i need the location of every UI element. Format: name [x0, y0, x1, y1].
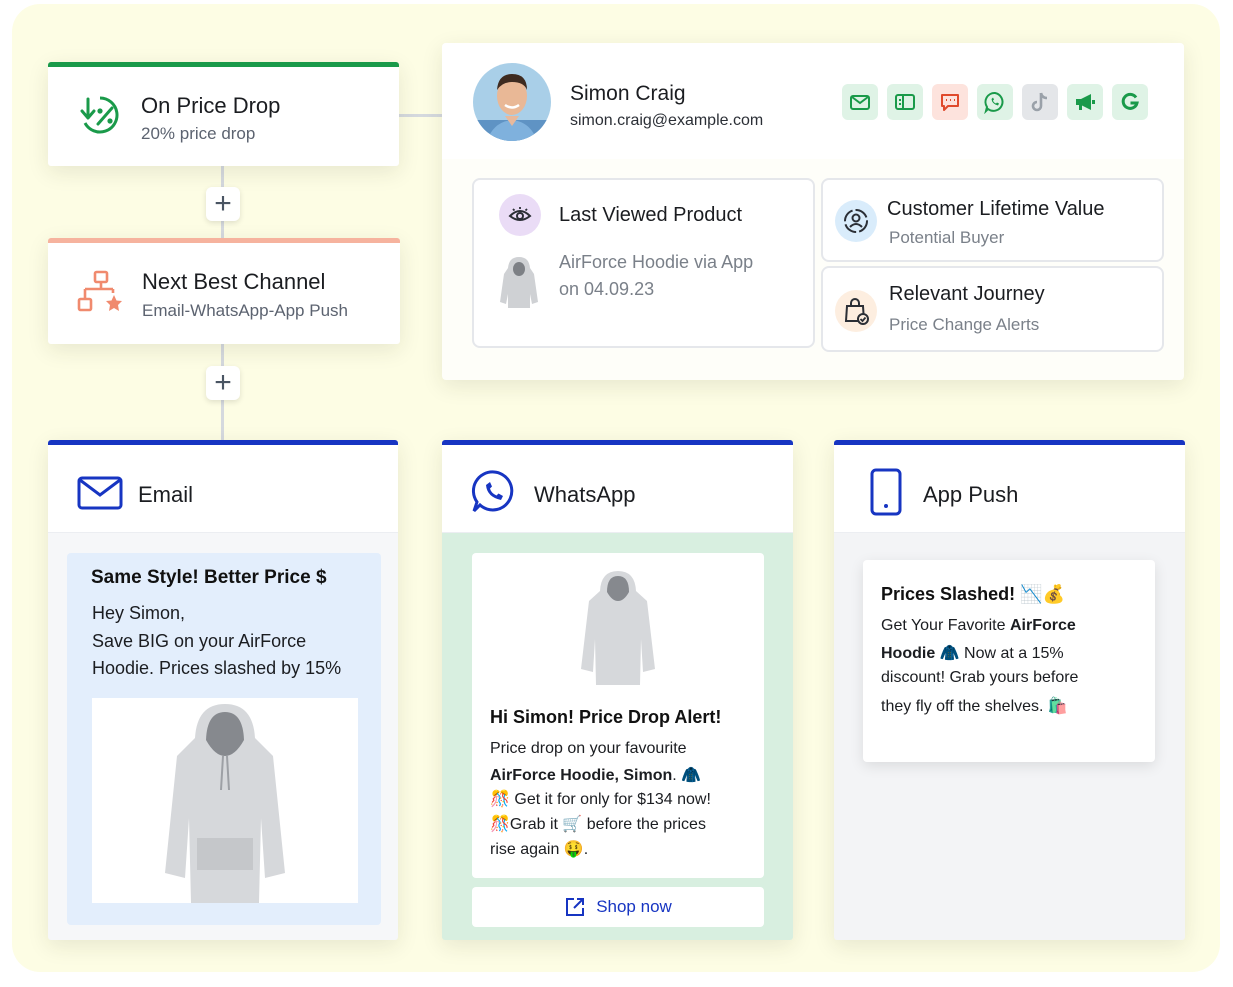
trigger-title: On Price Drop [141, 93, 281, 118]
relevant-journey-box: Relevant Journey Price Change Alerts [821, 266, 1164, 352]
whatsapp-line4-start: 🎊Grab it [490, 816, 563, 833]
email-icon[interactable] [842, 84, 878, 120]
push-notification-card: Prices Slashed! 📉💰 Get Your Favorite Air… [863, 560, 1155, 762]
customer-lifetime-value-box: Customer Lifetime Value Potential Buyer [821, 178, 1164, 262]
channel-accent-bar [834, 440, 1185, 445]
push-line4: they fly off the shelves. 🛍️ [881, 698, 1068, 715]
add-step-button[interactable]: + [206, 187, 240, 221]
whatsapp-channel-title: WhatsApp [534, 482, 636, 507]
whatsapp-line4: 🎊Grab it 🛒 before the prices [490, 814, 706, 834]
user-cycle-icon [844, 209, 868, 233]
whatsapp-line5: rise again 🤑. [490, 841, 589, 858]
avatar [473, 63, 551, 141]
app-push-channel-title: App Push [923, 482, 1019, 507]
last-viewed-line1: AirForce Hoodie via App [559, 252, 754, 272]
whatsapp-line2: AirForce Hoodie, Simon. 🧥 [490, 765, 701, 785]
whatsapp-line4-end: before the prices [582, 816, 706, 833]
trigger-subtitle: 20% price drop [141, 124, 256, 143]
channel-accent-bar [48, 440, 398, 445]
whatsapp-line1: Price drop on your favourite [490, 740, 687, 757]
tiktok-icon[interactable] [1022, 84, 1058, 120]
add-step-button[interactable]: + [206, 366, 240, 400]
chat-message-icon[interactable] [932, 84, 968, 120]
email-channel-card: Email Same Style! Better Price $ Hey Sim… [48, 440, 398, 940]
profile-email: simon.craig@example.com [570, 112, 764, 129]
whatsapp-product-name: AirForce Hoodie, Simon [490, 767, 673, 784]
shop-now-button[interactable]: Shop now [472, 887, 764, 927]
google-icon[interactable] [1112, 84, 1148, 120]
clv-value: Potential Buyer [889, 228, 1005, 247]
hoodie-image [581, 571, 655, 685]
email-subject: Same Style! Better Price $ [91, 567, 327, 588]
push-line2-rest: 🧥 Now at a 15% [935, 645, 1064, 662]
shopping-bag-check-icon [844, 298, 869, 325]
app-push-header: App Push [834, 440, 1185, 533]
push-brand: AirForce [1009, 617, 1076, 634]
eye-icon [508, 207, 532, 221]
cart-emoji: 🛒 [562, 816, 583, 833]
next-best-channel-card[interactable]: Next Best Channel Email-WhatsApp-App Pus… [48, 238, 400, 344]
clv-label: Customer Lifetime Value [887, 198, 1105, 220]
user-cycle-icon-badge [835, 200, 877, 242]
push-title: Prices Slashed! 📉💰 [881, 584, 1065, 604]
hoodie-image [165, 704, 285, 903]
push-line1-start: Get Your Favorite [881, 617, 1010, 634]
email-header: Email [48, 440, 398, 533]
whatsapp-icon [471, 470, 514, 513]
shopping-bag-icon-badge [835, 290, 877, 332]
sms-card-icon[interactable] [887, 84, 923, 120]
whatsapp-line2-end: . 🧥 [672, 767, 702, 784]
email-message-body: Same Style! Better Price $ Hey Simon, Sa… [67, 553, 381, 925]
email-body-line2: Hoodie. Prices slashed by 15% [92, 658, 342, 678]
whatsapp-line3: 🎊 Get it for only for $134 now! [490, 791, 711, 808]
email-product-image [92, 698, 358, 903]
connector-line [398, 114, 444, 117]
email-channel-title: Email [138, 482, 194, 507]
trigger-card[interactable]: On Price Drop 20% price drop [48, 62, 399, 166]
eye-icon-badge [499, 194, 541, 236]
email-body-line1: Save BIG on your AirForce [92, 631, 307, 651]
whatsapp-header: WhatsApp [442, 440, 793, 533]
next-best-subtitle: Email-WhatsApp-App Push [142, 301, 348, 320]
last-viewed-line2: on 04.09.23 [559, 279, 655, 299]
app-push-channel-card: App Push Prices Slashed! 📉💰 Get Your Fav… [834, 440, 1185, 940]
last-viewed-label: Last Viewed Product [559, 204, 743, 226]
hoodie-thumbnail [500, 257, 538, 308]
customer-profile-panel: Simon Craig simon.craig@example.com Last… [442, 43, 1184, 380]
last-viewed-product-box: Last Viewed Product AirForce Hoodie via … [472, 178, 815, 348]
shop-now-label: Shop now [596, 897, 672, 916]
external-link-icon [566, 898, 585, 916]
push-line2: Hoodie 🧥 Now at a 15% [881, 643, 1064, 663]
push-product: Hoodie [881, 645, 936, 662]
percent-down-icon [80, 96, 119, 134]
profile-name: Simon Craig [570, 82, 686, 105]
email-icon [77, 476, 123, 510]
whatsapp-icon[interactable] [977, 84, 1013, 120]
whatsapp-headline: Hi Simon! Price Drop Alert! [490, 707, 722, 727]
megaphone-icon[interactable] [1067, 84, 1103, 120]
journey-label: Relevant Journey [889, 283, 1045, 305]
push-line3: discount! Grab yours before [881, 669, 1079, 686]
journey-value: Price Change Alerts [889, 315, 1040, 334]
next-best-title: Next Best Channel [142, 269, 326, 294]
whatsapp-channel-card: WhatsApp Hi Simon! Price Drop Alert! Pri… [442, 440, 793, 940]
email-greeting: Hey Simon, [92, 603, 186, 623]
channel-accent-bar [442, 440, 793, 445]
whatsapp-message-bubble: Hi Simon! Price Drop Alert! Price drop o… [472, 553, 764, 878]
channel-flow-icon [77, 270, 122, 312]
push-line1: Get Your Favorite AirForce [881, 617, 1076, 635]
mobile-phone-icon [870, 468, 902, 516]
